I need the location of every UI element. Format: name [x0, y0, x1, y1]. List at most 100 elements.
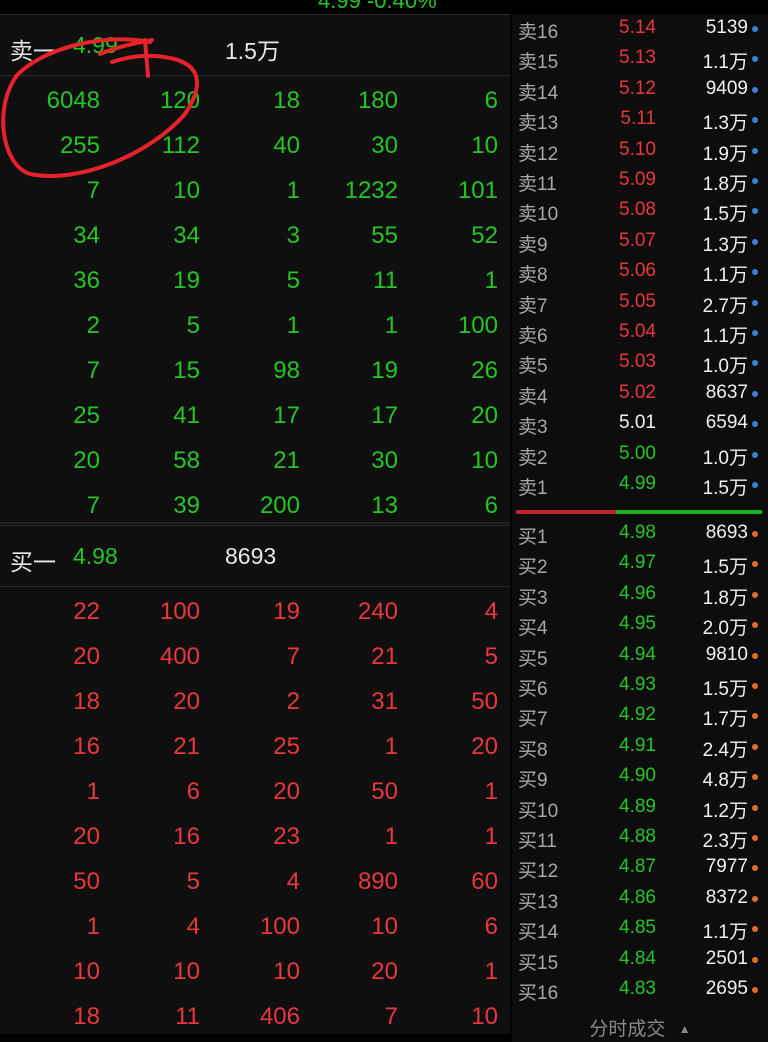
bid-level-row[interactable]: 买14 4.85 1.1万 [512, 914, 768, 944]
buy-queue-order-size: 1 [484, 958, 498, 985]
buy-queue-order-size: 2 [286, 688, 300, 715]
buy-queue-row[interactable]: 18 20 2 31 50 [0, 678, 510, 722]
ask-level-row[interactable]: 卖11 5.09 1.8万 [512, 166, 768, 196]
order-queue-panel: 卖一 4.99 1.5万 6048 120 18 180 6 255 112 40 30 10 7 1… [0, 14, 510, 1034]
ask-level-label: 卖15 [518, 52, 559, 74]
sell-queue-order-size: 100 [457, 312, 498, 339]
bid-dot-icon [752, 561, 758, 568]
time-sales-toggle[interactable]: 分时成交 ▲ [512, 1014, 768, 1042]
buy-queue-row[interactable]: 50 5 4 890 60 [0, 858, 510, 902]
ask-level-row[interactable]: 卖13 5.11 1.3万 [512, 105, 768, 135]
buy-queue-row[interactable]: 20 400 7 21 5 [0, 633, 510, 677]
bid-level-row[interactable]: 买13 4.86 8372 [512, 884, 768, 914]
buy-queue-row[interactable]: 20 16 23 1 1 [0, 813, 510, 857]
ask-level-row[interactable]: 卖3 5.01 6594 [512, 409, 768, 439]
ask-level-row[interactable]: 卖6 5.04 1.1万 [512, 318, 768, 348]
bid-level-row[interactable]: 买4 4.95 2.0万 [512, 610, 768, 640]
sell-one-label: 卖一 [10, 38, 56, 64]
buy-queue-order-size: 1 [86, 913, 100, 940]
sell-queue-order-size: 10 [173, 177, 200, 204]
bid-level-label: 买14 [518, 922, 559, 944]
sell-queue-order-size: 5 [186, 312, 200, 339]
buy-queue-order-size: 100 [159, 598, 200, 625]
ask-level-row[interactable]: 卖1 4.99 1.5万 [512, 470, 768, 500]
ask-level-row[interactable]: 卖2 5.00 1.0万 [512, 440, 768, 470]
buy-queue-order-size: 10 [173, 958, 200, 985]
ask-level-label: 卖4 [518, 386, 548, 408]
buy-queue-row[interactable]: 22 100 19 240 4 [0, 588, 510, 632]
bid-level-row[interactable]: 买5 4.94 9810 [512, 641, 768, 671]
bid-level-row[interactable]: 买3 4.96 1.8万 [512, 580, 768, 610]
bid-level-row[interactable]: 买12 4.87 7977 [512, 853, 768, 883]
ask-level-row[interactable]: 卖7 5.05 2.7万 [512, 288, 768, 318]
time-sales-label: 分时成交 [589, 1019, 666, 1040]
buy-queue-order-size: 23 [273, 823, 300, 850]
bid-level-row[interactable]: 买15 4.84 2501 [512, 945, 768, 975]
sell-queue-row[interactable]: 7 15 98 19 26 [0, 347, 510, 391]
sell-queue-row[interactable]: 34 34 3 55 52 [0, 212, 510, 256]
ask-level-row[interactable]: 卖4 5.02 8637 [512, 379, 768, 409]
sell-queue-order-size: 58 [173, 447, 200, 474]
bid-level-row[interactable]: 买11 4.88 2.3万 [512, 823, 768, 853]
ask-dot-icon [752, 360, 758, 367]
ask-level-volume: 1.1万 [702, 326, 748, 347]
sell-queue-order-size: 10 [471, 447, 498, 474]
ask-level-price: 5.11 [620, 108, 656, 130]
bid-level-row[interactable]: 买8 4.91 2.4万 [512, 732, 768, 762]
sell-queue-row[interactable]: 20 58 21 30 10 [0, 437, 510, 481]
ask-level-price: 5.01 [619, 412, 656, 434]
bid-level-row[interactable]: 买16 4.83 2695 [512, 975, 768, 1005]
sell-queue-order-size: 19 [371, 357, 398, 384]
buy-queue-row[interactable]: 16 21 25 1 20 [0, 723, 510, 767]
ask-level-price: 5.07 [619, 229, 656, 251]
ask-level-row[interactable]: 卖5 5.03 1.0万 [512, 348, 768, 378]
sell-queue-row[interactable]: 255 112 40 30 10 [0, 122, 510, 166]
buy-queue-row[interactable]: 1 6 20 50 1 [0, 768, 510, 812]
buy-queue-order-size: 1 [384, 823, 398, 850]
bid-level-price: 4.92 [619, 704, 656, 726]
buy-queue-order-size: 4 [484, 598, 498, 625]
bid-level-volume: 8693 [705, 522, 748, 543]
bid-level-label: 买4 [518, 618, 548, 640]
bid-level-row[interactable]: 买10 4.89 1.2万 [512, 793, 768, 823]
ask-level-volume: 1.0万 [702, 356, 748, 378]
ask-level-row[interactable]: 卖15 5.13 1.1万 [512, 44, 768, 74]
sell-queue-order-size: 30 [371, 132, 398, 159]
ask-level-row[interactable]: 卖14 5.12 9409 [512, 75, 768, 105]
buy-queue-order-size: 60 [471, 868, 498, 895]
bid-level-volume: 4.8万 [702, 770, 748, 792]
bid-level-volume: 2695 [705, 978, 748, 999]
ask-level-row[interactable]: 卖10 5.08 1.5万 [512, 196, 768, 226]
buy-queue-row[interactable]: 1 4 100 10 6 [0, 903, 510, 947]
ask-level-row[interactable]: 卖16 5.14 5139 [512, 14, 768, 44]
buy-queue-order-size: 6 [186, 778, 200, 805]
bid-level-row[interactable]: 买9 4.90 4.8万 [512, 762, 768, 792]
bid-level-row[interactable]: 买2 4.97 1.5万 [512, 549, 768, 579]
sell-queue-row[interactable]: 7 39 200 13 6 [0, 482, 510, 526]
buy-queue-row[interactable]: 10 10 10 20 1 [0, 948, 510, 992]
bid-level-label: 买15 [518, 952, 559, 974]
ask-level-row[interactable]: 卖8 5.06 1.1万 [512, 257, 768, 287]
buy-queue-order-size: 50 [73, 868, 100, 895]
ask-level-volume: 1.8万 [702, 174, 748, 195]
buy-one-label: 买一 [10, 549, 56, 575]
buy-queue-order-size: 50 [371, 778, 398, 805]
ask-level-row[interactable]: 卖12 5.10 1.9万 [512, 136, 768, 166]
ask-level-row[interactable]: 卖9 5.07 1.3万 [512, 227, 768, 257]
bid-level-row[interactable]: 买7 4.92 1.7万 [512, 701, 768, 731]
buy-queue-order-size: 19 [273, 598, 300, 625]
bid-dot-icon [752, 865, 758, 872]
sell-queue-row[interactable]: 2 5 1 1 100 [0, 302, 510, 346]
sell-queue-order-size: 1232 [344, 177, 398, 204]
bid-level-row[interactable]: 买1 4.98 8693 [512, 519, 768, 549]
bid-level-row[interactable]: 买6 4.93 1.5万 [512, 671, 768, 701]
sell-queue-row[interactable]: 7 10 1 1232 101 [0, 167, 510, 211]
bid-level-volume: 1.2万 [702, 800, 748, 822]
bid-dot-icon [752, 987, 758, 993]
sell-queue-row[interactable]: 36 19 5 11 1 [0, 257, 510, 301]
sell-queue-order-size: 6 [484, 492, 498, 519]
sell-queue-row[interactable]: 25 41 17 17 20 [0, 392, 510, 436]
buy-queue-row[interactable]: 18 11 406 7 10 [0, 993, 510, 1037]
sell-queue-row[interactable]: 6048 120 18 180 6 [0, 77, 510, 121]
ask-level-price: 5.06 [619, 260, 656, 282]
